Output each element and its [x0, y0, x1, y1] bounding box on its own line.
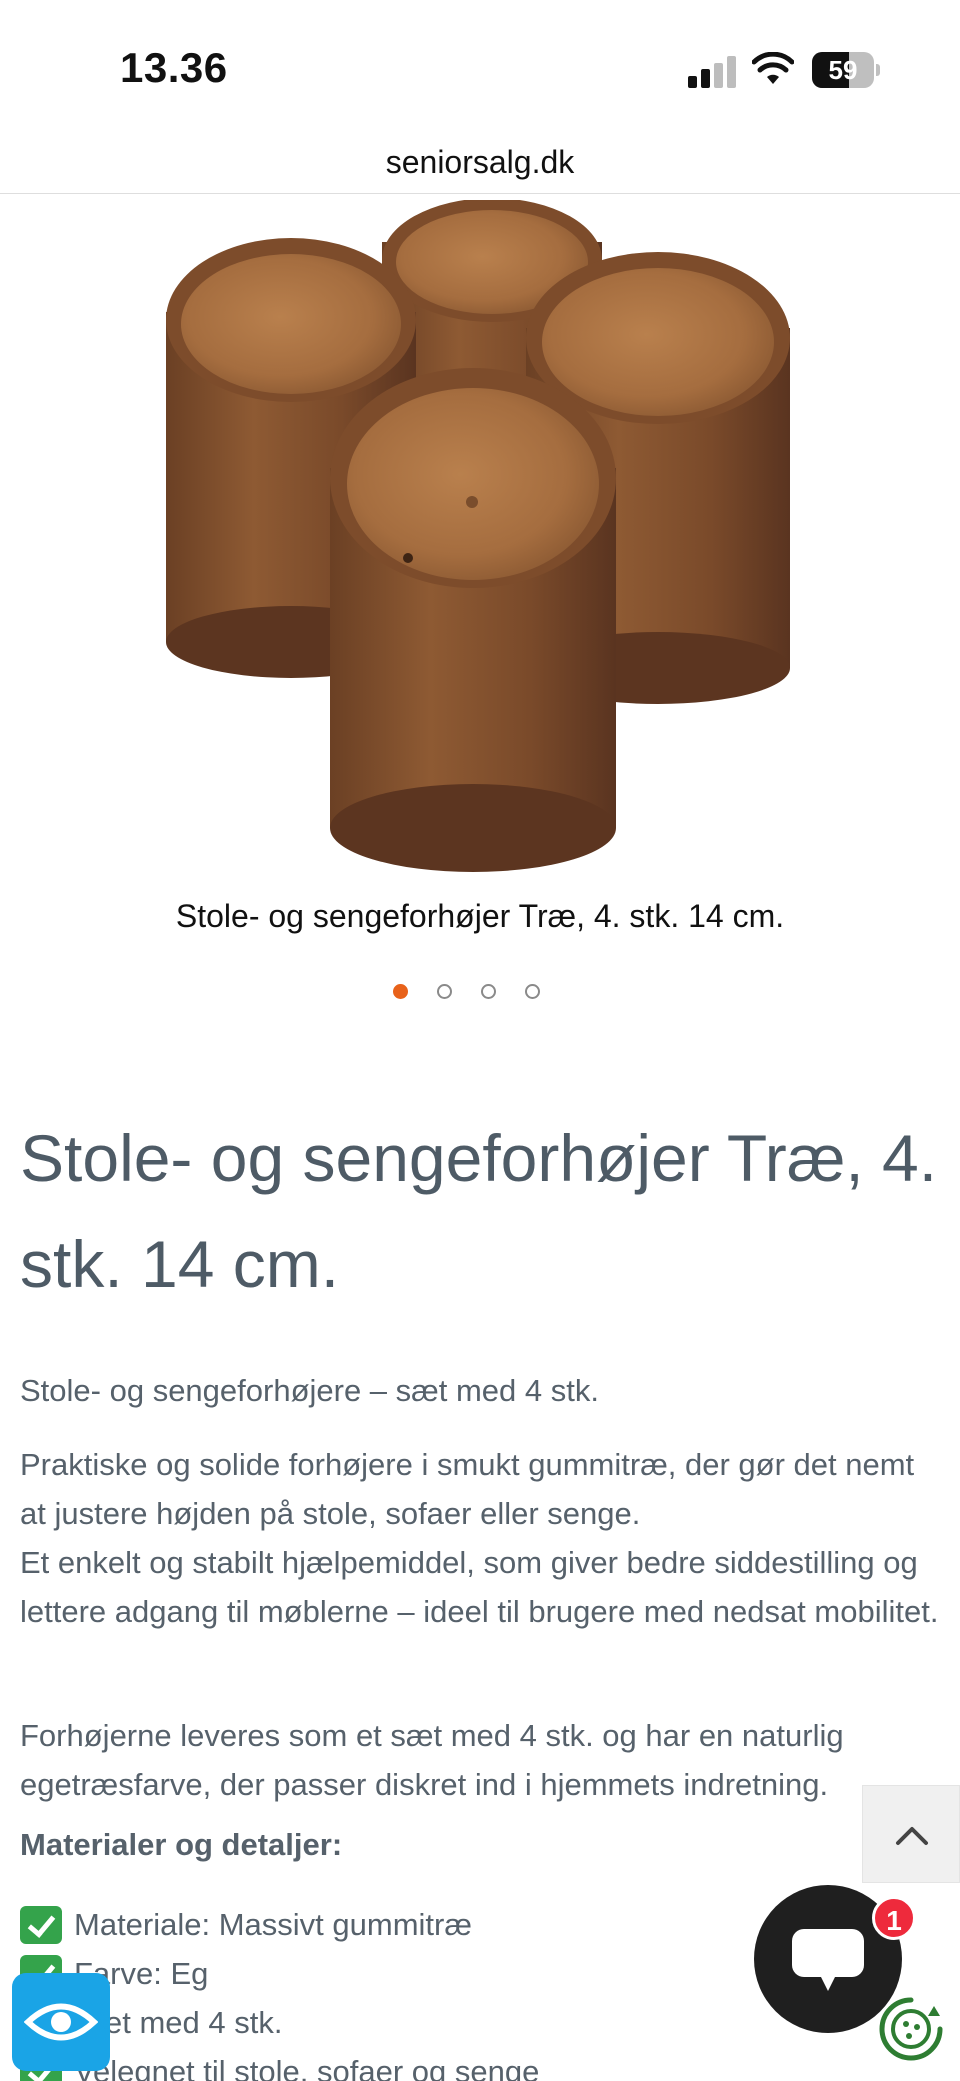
chat-notification-badge: 1: [872, 1896, 916, 1940]
status-time: 13.36: [120, 44, 228, 91]
url-text: seniorsalg.dk: [385, 144, 575, 180]
description-paragraph-2: Et enkelt og stabilt hjælpemiddel, som g…: [20, 1545, 939, 1629]
list-item: Velegnet til stole, sofaer og senge: [20, 2047, 920, 2081]
description-paragraph-1: Praktiske og solide forhøjere i smukt gu…: [20, 1447, 915, 1531]
scroll-to-top-button[interactable]: [862, 1785, 960, 1883]
cookie-icon[interactable]: [876, 1994, 946, 2064]
carousel-dot-4[interactable]: [525, 984, 540, 999]
wifi-icon: [752, 52, 794, 84]
accessibility-button[interactable]: [12, 1973, 110, 2071]
chevron-up-icon: [896, 1827, 928, 1845]
checkmark-icon: [20, 1906, 62, 1944]
detail-text: Materiale: Massivt gummitræ: [74, 1907, 472, 1942]
description-paragraph-3: Forhøjerne leveres som et sæt med 4 stk.…: [20, 1718, 844, 1802]
product-title: Stole- og sengeforhøjer Træ, 4. stk. 14 …: [20, 1121, 938, 1301]
carousel-dot-1[interactable]: [393, 984, 408, 999]
product-image[interactable]: [150, 200, 810, 880]
detail-text: Velegnet til stole, sofaer og senge: [74, 2054, 540, 2081]
carousel-dot-2[interactable]: [437, 984, 452, 999]
address-bar[interactable]: seniorsalg.dk: [0, 130, 960, 194]
product-intro: Stole- og sengeforhøjere – sæt med 4 stk…: [20, 1373, 599, 1408]
chat-bubble-icon: [792, 1929, 864, 1991]
battery-percent: 59: [828, 55, 858, 85]
product-description: Praktiske og solide forhøjere i smukt gu…: [20, 1440, 940, 1636]
status-bar: 13.36 59: [0, 0, 960, 125]
details-heading: Materialer og detaljer:: [20, 1827, 343, 1862]
cellular-signal-icon: [688, 56, 738, 88]
carousel-dot-3[interactable]: [481, 984, 496, 999]
image-caption: Stole- og sengeforhøjer Træ, 4. stk. 14 …: [175, 898, 785, 934]
eye-icon: [24, 2003, 98, 2041]
battery-icon: 59: [812, 52, 880, 88]
